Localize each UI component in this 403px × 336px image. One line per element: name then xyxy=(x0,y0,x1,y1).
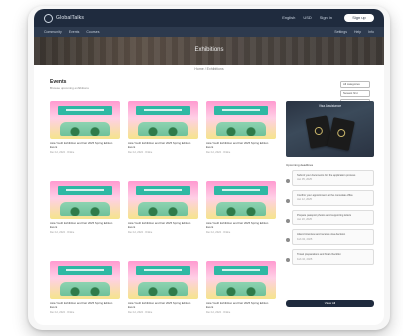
event-title[interactable]: Asia Youth Exhibition and Fair 2025 Spri… xyxy=(128,221,198,229)
event-thumbnail[interactable] xyxy=(206,101,276,139)
event-grid: Asia Youth Exhibition and Fair 2025 Spri… xyxy=(50,101,276,325)
timeline-date: Feb 10, 2025 xyxy=(297,257,313,261)
event-meta: Dec 12, 2024 · Online xyxy=(50,311,75,315)
event-title[interactable]: Asia Youth Exhibition and Fair 2025 Spri… xyxy=(206,141,276,149)
device-frame: GlobalTalks English USD Sign in Sign up … xyxy=(28,6,390,330)
event-thumbnail[interactable] xyxy=(206,261,276,299)
subnav-left: Community Events Courses xyxy=(44,30,99,34)
event-card[interactable]: Asia Youth Exhibition and Fair 2025 Spri… xyxy=(50,261,120,325)
breadcrumb[interactable]: Home / Exhibitions xyxy=(34,67,384,71)
subnav-help[interactable]: Help xyxy=(354,30,361,34)
timeline-item[interactable]: Confirm your appointment at the consulat… xyxy=(286,189,374,206)
timeline-date: Jan 20, 2025 xyxy=(297,218,312,222)
event-title[interactable]: Asia Youth Exhibition and Fair 2025 Spri… xyxy=(206,221,276,229)
timeline: Submit your documents for the applicatio… xyxy=(286,170,374,266)
subnav-courses[interactable]: Courses xyxy=(86,30,99,34)
sidebar: Visa Assistance Upcoming deadlines Submi… xyxy=(286,101,374,307)
subnav-events[interactable]: Events xyxy=(69,30,80,34)
event-thumbnail[interactable] xyxy=(50,181,120,219)
timeline-date: Feb 02, 2025 xyxy=(297,237,313,241)
brand-name: GlobalTalks xyxy=(56,15,85,21)
subnav-settings[interactable]: Settings xyxy=(334,30,347,34)
event-card[interactable]: Asia Youth Exhibition and Fair 2025 Spri… xyxy=(50,101,120,173)
view-all-button[interactable]: View All xyxy=(286,300,374,307)
sidebar-hero-image[interactable]: Visa Assistance xyxy=(286,101,374,157)
event-title[interactable]: Asia Youth Exhibition and Fair 2025 Spri… xyxy=(128,141,198,149)
event-meta: Dec 12, 2024 · Online xyxy=(206,151,231,155)
subnav-community[interactable]: Community xyxy=(44,30,62,34)
event-thumbnail[interactable] xyxy=(206,181,276,219)
event-thumbnail[interactable] xyxy=(50,101,120,139)
event-meta: Dec 12, 2024 · Online xyxy=(128,151,153,155)
top-nav-links: English USD Sign in xyxy=(282,15,332,20)
browser-screen: GlobalTalks English USD Sign in Sign up … xyxy=(34,9,384,325)
event-meta: Dec 12, 2024 · Online xyxy=(206,311,231,315)
signup-button[interactable]: Sign up xyxy=(344,14,374,22)
event-title[interactable]: Asia Youth Exhibition and Fair 2025 Spri… xyxy=(50,301,120,309)
nav-language[interactable]: English xyxy=(282,15,295,20)
timeline-item[interactable]: Attend interview and receive visa decisi… xyxy=(286,229,374,246)
event-card[interactable]: Asia Youth Exhibition and Fair 2025 Spri… xyxy=(206,181,276,253)
event-card[interactable]: Asia Youth Exhibition and Fair 2025 Spri… xyxy=(128,101,198,173)
subnav-right: Settings Help Info xyxy=(334,30,374,34)
top-navigation: GlobalTalks English USD Sign in Sign up xyxy=(34,9,384,27)
event-meta: Dec 12, 2024 · Online xyxy=(50,151,75,155)
timeline-label: Upcoming deadlines xyxy=(286,163,314,167)
timeline-item[interactable]: Travel preparations and final checklist … xyxy=(286,249,374,266)
event-title[interactable]: Asia Youth Exhibition and Fair 2025 Spri… xyxy=(128,301,198,309)
event-card[interactable]: Asia Youth Exhibition and Fair 2025 Spri… xyxy=(128,181,198,253)
subnav-info[interactable]: Info xyxy=(368,30,374,34)
event-meta: Dec 12, 2024 · Online xyxy=(50,231,75,235)
event-card[interactable]: Asia Youth Exhibition and Fair 2025 Spri… xyxy=(128,261,198,325)
event-card[interactable]: Asia Youth Exhibition and Fair 2025 Spri… xyxy=(206,101,276,173)
event-meta: Dec 12, 2024 · Online xyxy=(128,311,153,315)
event-thumbnail[interactable] xyxy=(128,181,198,219)
event-card[interactable]: Asia Youth Exhibition and Fair 2025 Spri… xyxy=(50,181,120,253)
nav-currency[interactable]: USD xyxy=(303,15,311,20)
event-thumbnail[interactable] xyxy=(50,261,120,299)
timeline-text: Prepare passport photos and supporting l… xyxy=(297,213,352,217)
logo-icon xyxy=(44,13,53,23)
timeline-date: Jan 05, 2025 xyxy=(297,178,312,182)
event-title[interactable]: Asia Youth Exhibition and Fair 2025 Spri… xyxy=(50,221,120,229)
event-meta: Dec 12, 2024 · Online xyxy=(128,231,153,235)
passport-icon xyxy=(327,117,355,151)
category-filter[interactable]: All categories xyxy=(340,81,370,88)
page-hero: Exhibitions xyxy=(34,37,384,65)
timeline-text: Travel preparations and final checklist xyxy=(297,253,341,257)
timeline-item[interactable]: Submit your documents for the applicatio… xyxy=(286,170,374,186)
event-title[interactable]: Asia Youth Exhibition and Fair 2025 Spri… xyxy=(50,141,120,149)
timeline-date: Jan 12, 2025 xyxy=(297,198,312,202)
section-subtitle: Browse upcoming exhibitions xyxy=(50,86,89,90)
timeline-text: Submit your documents for the applicatio… xyxy=(297,174,356,177)
brand-logo[interactable]: GlobalTalks xyxy=(44,13,84,23)
event-card[interactable]: Asia Youth Exhibition and Fair 2025 Spri… xyxy=(206,261,276,325)
timeline-text: Confirm your appointment at the consulat… xyxy=(297,193,353,197)
section-title: Events xyxy=(50,79,67,85)
sub-navigation: Community Events Courses Settings Help I… xyxy=(34,27,384,37)
event-title[interactable]: Asia Youth Exhibition and Fair 2025 Spri… xyxy=(206,301,276,309)
sidebar-hero-caption: Visa Assistance xyxy=(318,104,342,108)
timeline-text: Attend interview and receive visa decisi… xyxy=(297,233,346,237)
event-thumbnail[interactable] xyxy=(128,101,198,139)
sort-filter[interactable]: Newest first xyxy=(340,90,370,97)
event-meta: Dec 12, 2024 · Online xyxy=(206,231,231,235)
timeline-item[interactable]: Prepare passport photos and supporting l… xyxy=(286,209,374,226)
nav-signin[interactable]: Sign in xyxy=(320,15,332,20)
event-thumbnail[interactable] xyxy=(128,261,198,299)
page-title: Exhibitions xyxy=(194,47,224,53)
